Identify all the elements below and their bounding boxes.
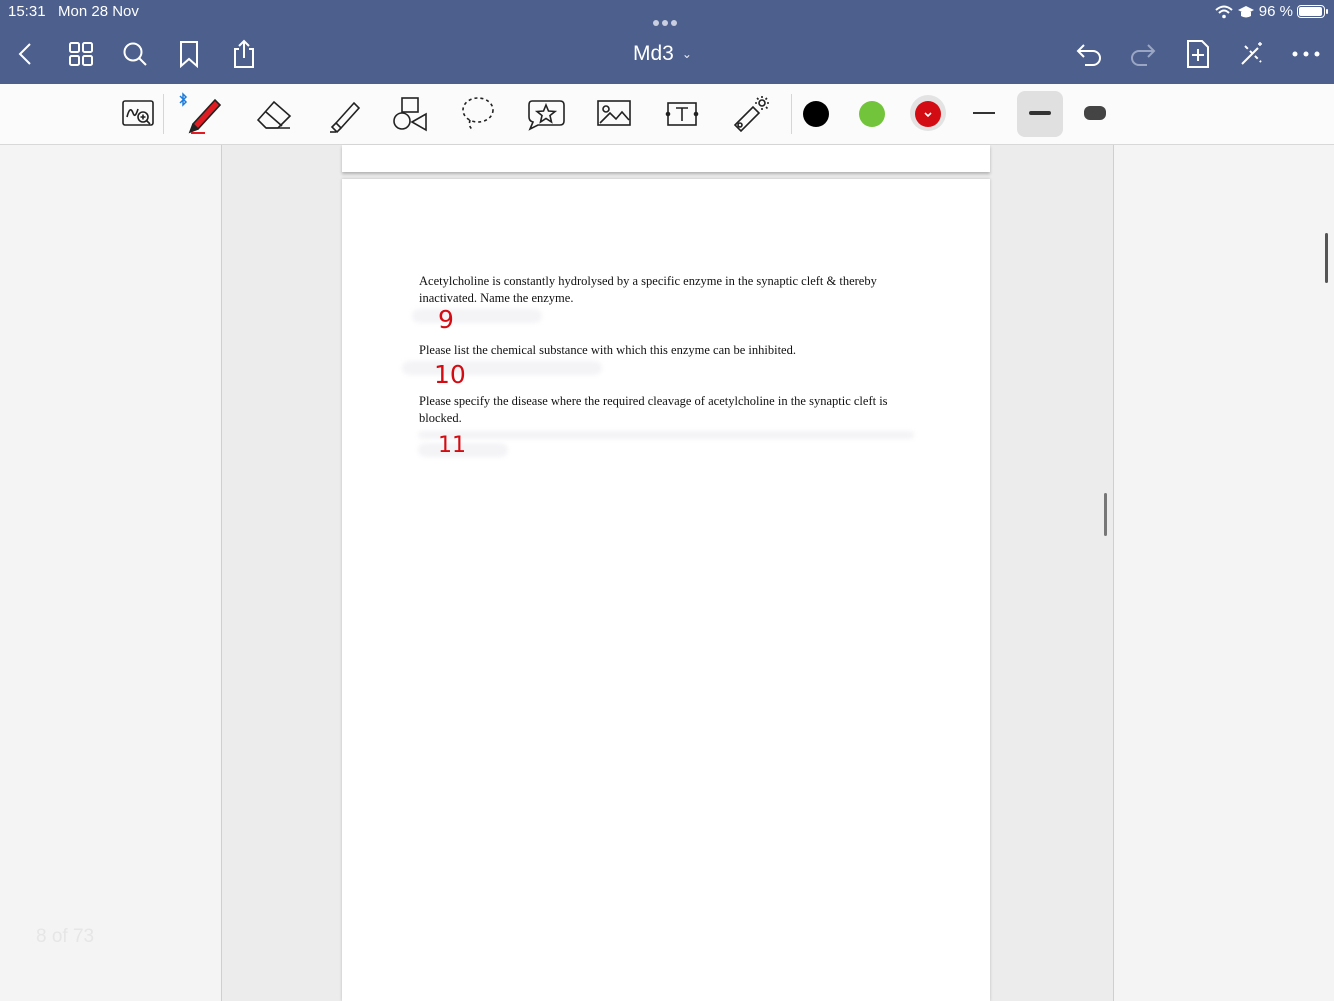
document-title[interactable]: Md3 ⌄ <box>633 42 692 66</box>
tool-bar <box>0 84 1334 145</box>
text-icon[interactable] <box>660 92 704 136</box>
stroke-thick[interactable] <box>1084 106 1106 120</box>
color-green[interactable] <box>859 101 885 127</box>
close-pen-icon[interactable] <box>1236 38 1268 70</box>
handwritten-number-10: 10 <box>434 360 466 389</box>
highlighter-icon[interactable] <box>320 92 364 136</box>
zoom-window-icon[interactable] <box>116 92 160 136</box>
handwritten-number-11: 11 <box>438 433 466 458</box>
handwritten-number-9: 9 <box>438 305 454 334</box>
top-bar: 15:31 Mon 28 Nov 96 % Md3 ⌄ <box>0 0 1334 84</box>
chevron-down-icon <box>924 112 932 118</box>
stroke-medium <box>1029 111 1051 115</box>
status-time: 15:31 <box>8 3 46 20</box>
wifi-icon <box>1215 5 1233 18</box>
status-date: Mon 28 Nov <box>58 3 139 20</box>
status-right: 96 % <box>1215 3 1328 20</box>
laser-pointer-icon[interactable] <box>728 92 772 136</box>
graduation-cap-icon <box>1237 5 1254 17</box>
question-9: Acetylcholine is constantly hydrolysed b… <box>419 274 877 305</box>
lasso-icon[interactable] <box>456 92 500 136</box>
answer-area-10 <box>402 361 602 375</box>
more-icon[interactable] <box>1290 38 1322 70</box>
question-10: Please list the chemical substance with … <box>419 343 796 357</box>
answer-area-9 <box>412 309 542 323</box>
back-icon[interactable] <box>10 38 42 70</box>
color-black[interactable] <box>803 101 829 127</box>
undo-icon[interactable] <box>1073 38 1105 70</box>
shapes-icon[interactable] <box>388 92 432 136</box>
color-red[interactable] <box>915 101 941 127</box>
multitasking-dots[interactable] <box>653 13 683 26</box>
document-title-text: Md3 <box>633 42 674 65</box>
eraser-icon[interactable] <box>252 92 296 136</box>
battery-percent: 96 % <box>1258 3 1293 20</box>
page-counter: 8 of 73 <box>36 926 95 947</box>
previous-page <box>342 145 990 172</box>
add-page-icon[interactable] <box>1182 38 1214 70</box>
share-icon[interactable] <box>228 38 260 70</box>
scrollbar[interactable] <box>1325 233 1328 283</box>
search-icon[interactable] <box>119 38 151 70</box>
thumbnails-icon[interactable] <box>65 38 97 70</box>
horizontal-scroll-indicator[interactable] <box>1104 493 1107 536</box>
battery-icon <box>1297 5 1325 18</box>
stroke-thin[interactable] <box>973 112 995 114</box>
bookmark-icon[interactable] <box>173 38 205 70</box>
answer-area-11 <box>418 431 914 439</box>
question-11: Please specify the disease where the req… <box>419 394 888 425</box>
redo-icon[interactable] <box>1127 38 1159 70</box>
pen-icon[interactable] <box>183 92 227 136</box>
chevron-down-icon: ⌄ <box>681 47 692 61</box>
elements-icon[interactable] <box>524 92 568 136</box>
page[interactable]: Acetylcholine is constantly hydrolysed b… <box>342 179 990 1001</box>
image-icon[interactable] <box>592 92 636 136</box>
